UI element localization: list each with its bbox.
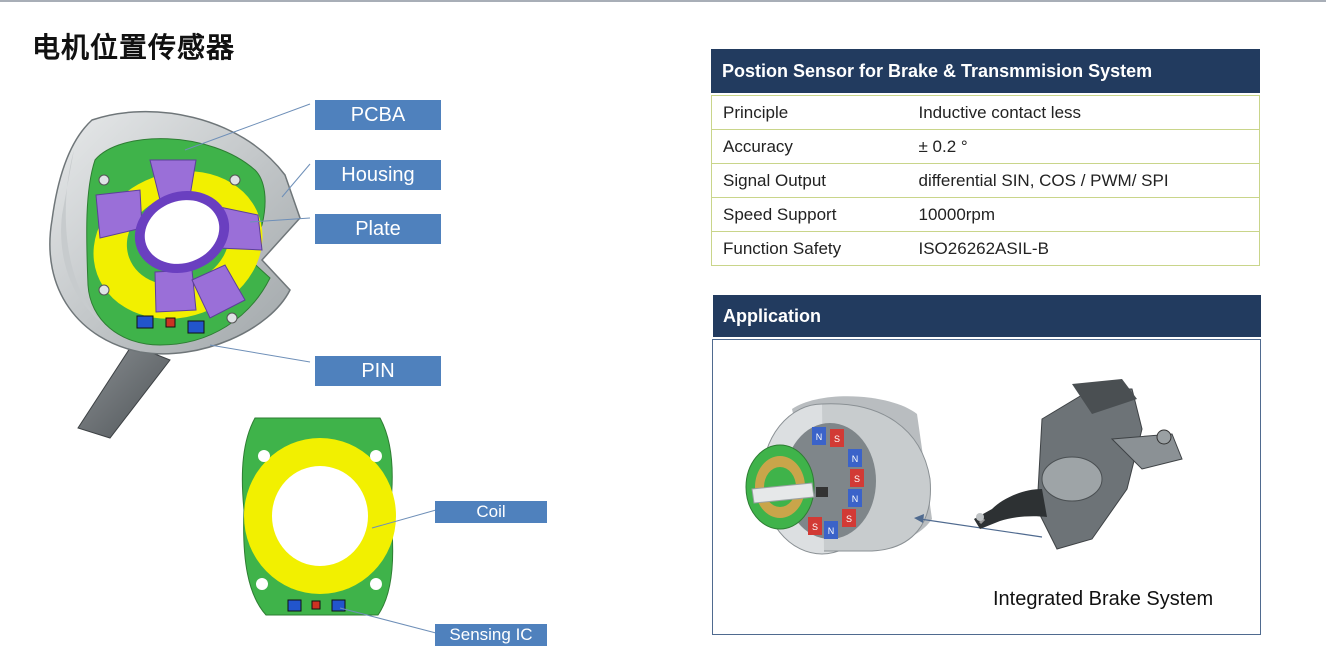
application-caption: Integrated Brake System — [993, 588, 1214, 610]
spec-table-header: Postion Sensor for Brake & Transmmision … — [711, 49, 1260, 93]
magnet-letter: S — [812, 522, 818, 532]
magnet-letter: N — [852, 454, 859, 464]
connector-arm — [77, 344, 171, 439]
table-row: Speed Support 10000rpm — [711, 197, 1260, 232]
magnet-letter: N — [816, 432, 823, 442]
slide: 电机位置传感器 PCBA Housing Plate PIN Coil Sens… — [0, 0, 1326, 651]
spec-value: 10000rpm — [907, 197, 1260, 232]
magnet-letter: S — [854, 474, 860, 484]
motor-illustration: N S N S N S N S — [745, 396, 932, 555]
magnet-letter: N — [828, 526, 835, 536]
table-row: Signal Output differential SIN, COS / PW… — [711, 163, 1260, 198]
spec-value: ± 0.2 ° — [907, 129, 1260, 164]
application-header: Application — [713, 295, 1261, 337]
coil-board — [241, 417, 396, 616]
spec-key: Speed Support — [711, 197, 908, 232]
brake-system-illustration — [974, 379, 1183, 550]
spec-key: Principle — [711, 95, 908, 130]
table-row: Function Safety ISO26262ASIL-B — [711, 231, 1260, 266]
spec-table: Principle Inductive contact less Accurac… — [711, 95, 1260, 266]
spec-key: Signal Output — [711, 163, 908, 198]
housing-label: Housing — [315, 160, 441, 190]
pin-label: PIN — [315, 356, 441, 386]
magnet-letter: S — [846, 514, 852, 524]
spec-value: differential SIN, COS / PWM/ SPI — [907, 163, 1260, 198]
magnet-letter: N — [852, 494, 859, 504]
table-row: Accuracy ± 0.2 ° — [711, 129, 1260, 164]
pcba-label: PCBA — [315, 100, 441, 130]
spec-value: Inductive contact less — [907, 95, 1260, 130]
plate-label: Plate — [315, 214, 441, 244]
coil-label: Coil — [435, 501, 547, 523]
sensing-ic-label: Sensing IC — [435, 624, 547, 646]
spec-key: Function Safety — [711, 231, 908, 266]
spec-key: Accuracy — [711, 129, 908, 164]
spec-value: ISO26262ASIL-B — [907, 231, 1260, 266]
magnet-letter: S — [834, 434, 840, 444]
sensor-assembly-illustration — [49, 103, 437, 634]
table-row: Principle Inductive contact less — [711, 95, 1260, 130]
